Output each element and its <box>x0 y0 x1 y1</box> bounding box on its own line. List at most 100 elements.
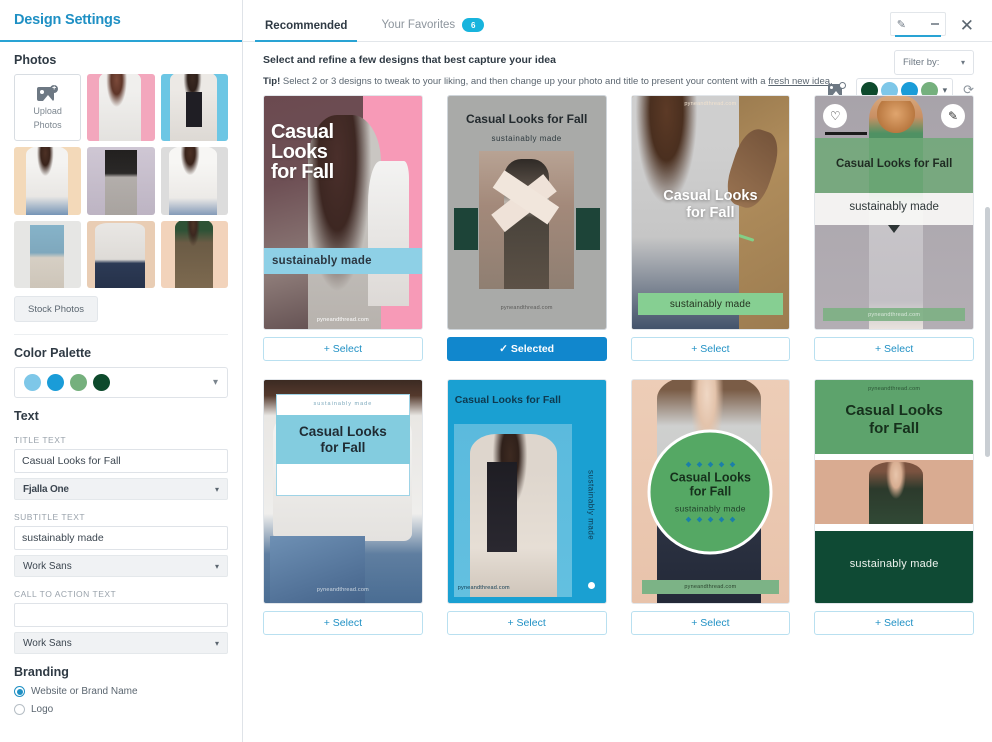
photo-thumbnail[interactable] <box>160 147 228 215</box>
select-button-2[interactable]: ✓ Selected <box>446 337 607 361</box>
cta-font-value: Work Sans <box>23 637 72 649</box>
design-6-url: pyneandthread.com <box>457 585 510 591</box>
photo-thumbnail[interactable] <box>87 74 155 142</box>
palette-swatch <box>70 374 87 392</box>
stock-photos-button[interactable]: Stock Photos <box>14 296 98 323</box>
design-preview-5[interactable]: sustainably made Casual Looks for Fall p… <box>263 379 423 604</box>
photo-thumbnail[interactable] <box>14 220 82 289</box>
select-button-1[interactable]: + Select <box>263 337 423 361</box>
chevron-down-icon: ▾ <box>214 561 219 571</box>
fresh-new-idea-link[interactable]: fresh new idea <box>768 76 830 87</box>
design-5-url: pyneandthread.com <box>316 587 369 593</box>
subtitle-text-input[interactable] <box>14 526 228 551</box>
cta-font-select[interactable]: Work Sans ▾ <box>14 632 228 655</box>
vertical-scrollbar[interactable] <box>985 207 990 457</box>
pencil-icon: ✎ <box>896 18 906 31</box>
design-4-url: pyneandthread.com <box>868 311 921 318</box>
design-1-subtitle: sustainably made <box>272 255 372 267</box>
select-button-4[interactable]: + Select <box>814 337 974 361</box>
photo-thumbnail[interactable] <box>160 74 228 142</box>
design-3-url: pyneandthread.com <box>684 101 737 107</box>
photo-thumbnail[interactable] <box>14 147 82 215</box>
design-8-subtitle: sustainably made <box>849 558 939 570</box>
design-card: Casual Looks for Fall sustainably made p… <box>814 95 974 361</box>
close-icon[interactable]: ✕ <box>960 17 974 36</box>
sidebar-divider <box>14 334 228 336</box>
design-6-title: Casual Looks for Fall <box>454 394 561 406</box>
design-preview-8[interactable]: pyneandthread.com Casual Looks for Fall … <box>814 379 974 604</box>
sidebar-body: Photos + Upload Photos Stock Photos Colo… <box>0 42 242 742</box>
design-7-url: pyneandthread.com <box>684 584 737 590</box>
tip-bold: Tip! <box>263 76 281 87</box>
design-card: Casual Looks for Fall sustainably made p… <box>446 95 607 361</box>
palette-swatch <box>47 374 64 392</box>
design-preview-6[interactable]: Casual Looks for Fall sustainably made p… <box>446 379 607 604</box>
edit-mode-tab[interactable]: ✎ <box>889 12 946 37</box>
design-preview-3[interactable]: pyneandthread.com Casual Looks for Fall … <box>630 95 791 330</box>
design-card: sustainably made Casual Looks for Fall p… <box>263 379 423 635</box>
design-8-title: Casual Looks for Fall <box>845 402 943 437</box>
branding-website-label: Website or Brand Name <box>31 686 138 698</box>
tab-recommended[interactable]: Recommended <box>254 20 358 42</box>
branding-heading: Branding <box>14 665 69 680</box>
filter-by-label: Filter by: <box>903 57 940 68</box>
designs-grid: Casual Looks for Fall sustainably made p… <box>263 87 974 653</box>
pencil-icon[interactable]: ✎ <box>941 104 965 128</box>
design-preview-7[interactable]: Casual Looks for Fall sustainably made p… <box>630 379 791 604</box>
select-button-5[interactable]: + Select <box>263 611 423 635</box>
triangle-marker <box>888 225 901 233</box>
top-right-controls: ✎ ✕ <box>889 12 974 41</box>
chevron-down-icon: ▾ <box>960 58 965 67</box>
design-card: pyneandthread.com Casual Looks for Fall … <box>814 379 974 635</box>
menu-dash-icon <box>930 23 939 25</box>
select-button-8[interactable]: + Select <box>814 611 974 635</box>
design-card: Casual Looks for Fall sustainably made p… <box>630 379 791 635</box>
tab-your-favorites-label: Your Favorites <box>381 19 456 31</box>
photos-heading: Photos <box>14 53 57 67</box>
instructions-title: Select and refine a few designs that bes… <box>263 54 556 66</box>
design-1-url: pyneandthread.com <box>316 317 369 323</box>
branding-option-logo[interactable]: Logo <box>14 704 228 716</box>
filter-by-dropdown[interactable]: Filter by: ▾ <box>894 50 974 75</box>
color-palette-heading: Color Palette <box>14 346 92 361</box>
design-2-subtitle: sustainably made <box>491 134 562 143</box>
photo-thumbnail[interactable] <box>87 147 155 215</box>
select-button-7[interactable]: + Select <box>630 611 791 635</box>
chevron-down-icon: ▾ <box>214 484 219 494</box>
color-palette-select[interactable]: ▾ <box>14 367 228 399</box>
design-preview-2[interactable]: Casual Looks for Fall sustainably made p… <box>446 95 607 330</box>
main-panel: Recommended Your Favorites 6 ✎ ✕ Select … <box>243 0 992 742</box>
text-heading: Text <box>14 409 39 424</box>
designs-scroll-area: Casual Looks for Fall sustainably made p… <box>243 87 992 742</box>
upload-photos-button[interactable]: + Upload Photos <box>14 74 82 142</box>
branding-option-website[interactable]: Website or Brand Name <box>14 686 228 698</box>
sidebar-header: Design Settings <box>0 0 242 42</box>
title-font-value: Fjalla One <box>23 483 69 495</box>
design-3-subtitle: sustainably made <box>669 298 751 310</box>
select-button-3[interactable]: + Select <box>630 337 791 361</box>
design-3-title: Casual Looks for Fall <box>663 188 758 221</box>
design-preview-4[interactable]: Casual Looks for Fall sustainably made p… <box>814 95 974 330</box>
subtitle-font-value: Work Sans <box>23 560 72 572</box>
title-text-input[interactable] <box>14 449 228 474</box>
palette-swatch <box>24 374 41 392</box>
subtitle-text-label: SUBTITLE TEXT <box>14 512 86 523</box>
branding-logo-label: Logo <box>31 704 54 716</box>
select-button-6[interactable]: + Select <box>446 611 607 635</box>
radio-icon <box>14 704 25 716</box>
top-tab-bar: Recommended Your Favorites 6 ✎ ✕ <box>243 0 992 42</box>
design-settings-sidebar: Design Settings Photos + Upload Photos S… <box>0 0 243 742</box>
design-6-subtitle: sustainably made <box>586 470 596 541</box>
app-root: Design Settings Photos + Upload Photos S… <box>0 0 992 742</box>
instructions-block: Select and refine a few designs that bes… <box>243 42 992 102</box>
design-1-title: Casual Looks for Fall <box>271 121 334 183</box>
design-preview-1[interactable]: Casual Looks for Fall sustainably made p… <box>263 95 423 330</box>
tab-your-favorites[interactable]: Your Favorites 6 <box>377 18 488 41</box>
title-font-select[interactable]: Fjalla One ▾ <box>14 478 228 501</box>
photo-thumbnail[interactable] <box>87 220 155 289</box>
subtitle-font-select[interactable]: Work Sans ▾ <box>14 555 228 578</box>
design-card: Casual Looks for Fall sustainably made p… <box>263 95 423 361</box>
cta-text-input[interactable] <box>14 603 228 628</box>
title-text-label: TITLE TEXT <box>14 435 67 446</box>
photo-thumbnail[interactable] <box>160 220 228 289</box>
